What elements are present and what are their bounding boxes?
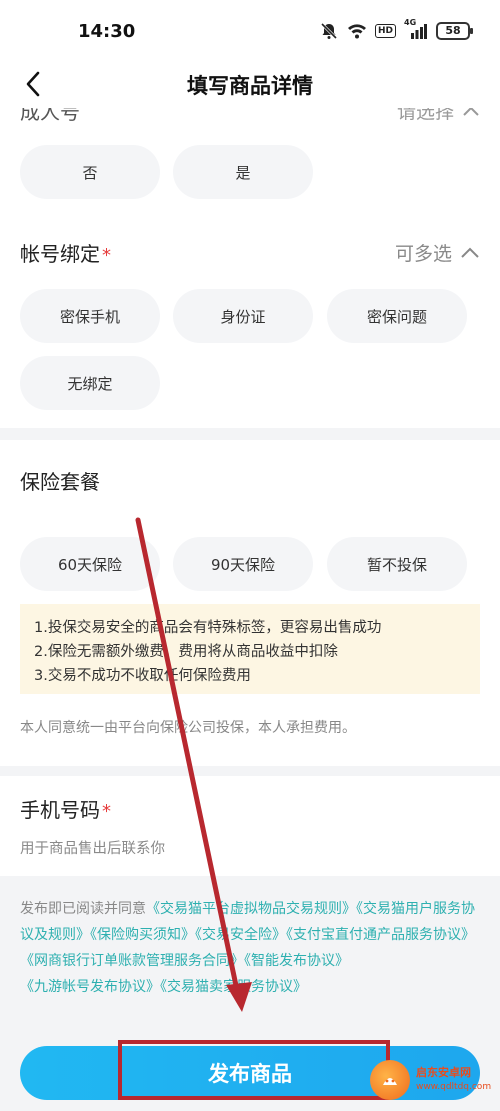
agreement-link[interactable]: 《网商银行订单账款管理服务合同》 <box>20 953 244 969</box>
required-mark: * <box>102 245 111 266</box>
adult-row-header: 成人号 请选择 <box>20 108 480 125</box>
binding-row-header: 帐号绑定 * 可多选 <box>20 238 480 267</box>
required-mark: * <box>102 801 111 822</box>
watermark-name: 启东安卓网 <box>416 1066 471 1079</box>
network-type-label: 4G <box>404 18 417 27</box>
account-details-card: 成人号 请选择 否 是 帐号绑定 * 可多选 密保手机 身份证 密保问题 无绑定 <box>0 108 500 428</box>
nav-bar: 填写商品详情 <box>0 62 500 108</box>
watermark-url: www.qdltdq.com <box>416 1082 492 1092</box>
page-title: 填写商品详情 <box>187 74 313 98</box>
phone-subtitle: 用于商品售出后联系你 <box>20 841 165 857</box>
agreement-link[interactable]: 《九游帐号发布协议》 <box>20 979 160 995</box>
phone-title: 手机号码 * <box>20 794 111 823</box>
agreement-link[interactable]: 《智能发布协议》 <box>244 953 349 969</box>
agreement-link[interactable]: 《交易猫卖家服务协议》 <box>160 979 307 995</box>
status-icons: HD 4G 58 <box>319 18 473 40</box>
insurance-option-60[interactable]: 60天保险 <box>20 537 160 591</box>
binding-option-phone[interactable]: 密保手机 <box>20 289 160 343</box>
chevron-left-icon <box>26 71 40 97</box>
insurance-notice: 1.投保交易安全的商品会有特殊标签，更容易出售成功 2.保险无需额外缴费，费用将… <box>20 604 480 694</box>
notice-line: 1.投保交易安全的商品会有特殊标签，更容易出售成功 <box>34 620 382 636</box>
status-bar: 14:30 HD 4G 58 <box>0 0 500 62</box>
notice-line: 3.交易不成功不收取任何保险费用 <box>34 668 251 684</box>
watermark: 启东安卓网 www.qdltdq.com <box>370 1052 500 1108</box>
binding-option-security-question[interactable]: 密保问题 <box>327 289 467 343</box>
insurance-title: 保险套餐 <box>20 470 100 494</box>
mute-bell-icon <box>319 22 339 40</box>
insurance-consent: 本人同意统一由平台向保险公司投保，本人承担费用。 <box>20 720 356 736</box>
back-button[interactable] <box>18 66 48 102</box>
publish-label: 发布商品 <box>208 1062 292 1086</box>
insurance-card: 保险套餐 60天保险 90天保险 暂不投保 1.投保交易安全的商品会有特殊标签，… <box>0 440 500 766</box>
binding-option-none[interactable]: 无绑定 <box>20 356 160 410</box>
agreement-link[interactable]: 《保险购买须知》 <box>90 927 195 943</box>
agreement-link[interactable]: 《交易猫平台虚拟物品交易规则》 <box>146 901 356 917</box>
adult-option-yes[interactable]: 是 <box>173 145 313 199</box>
watermark-text: 启东安卓网 www.qdltdq.com <box>416 1065 491 1095</box>
insurance-option-90[interactable]: 90天保险 <box>173 537 313 591</box>
phone-title-text: 手机号码 <box>20 798 100 822</box>
chevron-up-icon <box>463 108 479 116</box>
watermark-logo-icon <box>370 1060 410 1100</box>
adult-hint-text: 请选择 <box>396 108 454 123</box>
status-time: 14:30 <box>78 20 136 42</box>
phone-row-header: 手机号码 * <box>20 794 480 823</box>
agreement-link[interactable]: 《交易安全险》 <box>195 927 286 943</box>
adult-title: 成人号 <box>20 108 80 124</box>
agreement-text: 发布即已阅读并同意《交易猫平台虚拟物品交易规则》《交易猫用户服务协议及规则》《保… <box>20 896 480 1000</box>
adult-option-no[interactable]: 否 <box>20 145 160 199</box>
binding-title: 帐号绑定 * <box>20 238 111 267</box>
chevron-up-icon <box>461 247 479 258</box>
binding-hint-text: 可多选 <box>394 243 452 265</box>
phone-card[interactable]: 手机号码 * 用于商品售出后联系你 <box>0 776 500 876</box>
insurance-option-none[interactable]: 暂不投保 <box>327 537 467 591</box>
insurance-row-header: 保险套餐 <box>20 466 480 495</box>
hd-badge: HD <box>374 24 396 38</box>
binding-option-id-card[interactable]: 身份证 <box>173 289 313 343</box>
binding-title-text: 帐号绑定 <box>20 242 100 266</box>
battery-indicator: 58 <box>436 22 473 40</box>
agreement-prefix: 发布即已阅读并同意 <box>20 901 146 917</box>
binding-hint[interactable]: 可多选 <box>395 239 480 266</box>
signal-icon: 4G <box>404 18 428 40</box>
notice-line: 2.保险无需额外缴费，费用将从商品收益中扣除 <box>34 644 338 660</box>
adult-hint[interactable]: 请选择 <box>397 108 480 124</box>
wifi-icon <box>347 22 367 40</box>
agreement-link[interactable]: 《支付宝直付通产品服务协议》 <box>286 927 475 943</box>
